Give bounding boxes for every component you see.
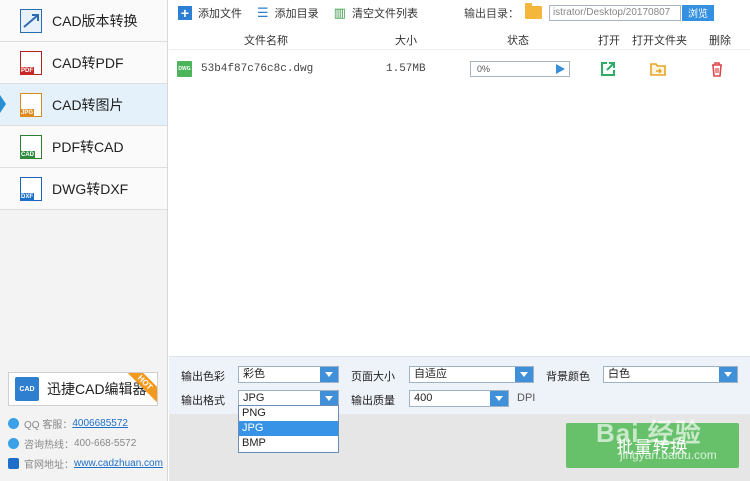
cad-editor-label: 迅捷CAD编辑器 [47, 381, 147, 397]
cad-editor-icon: CAD [15, 377, 39, 401]
sidebar-item-label: PDF转CAD [52, 138, 124, 155]
open-folder-icon[interactable] [649, 60, 667, 78]
plus-icon: + [178, 5, 192, 20]
list-icon: ☰ [257, 5, 269, 20]
bg-color-value: 白色 [608, 368, 630, 380]
sidebar-item-cad-version[interactable]: CAD版本转换 [0, 0, 167, 42]
add-folder-label: 添加目录 [274, 7, 319, 20]
output-path-input[interactable] [548, 4, 681, 21]
icon-tag: DXF [20, 192, 34, 201]
col-open-folder-header: 打开文件夹 [632, 35, 687, 47]
color-select[interactable]: 彩色 [238, 366, 339, 383]
page-size-value: 自适应 [414, 368, 447, 380]
icon-tag: PDF [20, 66, 34, 75]
icon-tag: CAD [20, 150, 35, 159]
table-row[interactable]: DWG 53b4f87c76c8c.dwg 1.57MB 0% [169, 58, 750, 82]
sidebar-item-pdf-to-cad[interactable]: CAD PDF转CAD [0, 126, 167, 168]
add-file-label: 添加文件 [198, 7, 242, 20]
site-link[interactable]: www.cadzhuan.com [74, 458, 163, 469]
baidu-watermark: Bai 经验 [596, 418, 702, 448]
bg-color-label: 背景颜色 [546, 371, 590, 383]
chevron-down-icon [719, 367, 737, 382]
qq-link[interactable]: 4006685572 [72, 418, 128, 429]
bg-color-select[interactable]: 白色 [603, 366, 738, 383]
format-option-png[interactable]: PNG [239, 406, 338, 421]
dpi-unit: DPI [517, 392, 536, 404]
clear-list-label: 清空文件列表 [351, 7, 418, 20]
format-label: 输出格式 [181, 395, 225, 407]
cad-to-pdf-icon: PDF [20, 50, 42, 75]
chevron-down-icon [320, 391, 338, 406]
format-option-jpg[interactable]: JPG [239, 421, 338, 436]
col-status-header: 状态 [507, 35, 529, 47]
quality-label: 输出质量 [351, 395, 395, 407]
pdf-to-cad-icon: CAD [20, 134, 42, 159]
format-option-bmp[interactable]: BMP [239, 436, 338, 451]
sidebar-item-label: CAD转图片 [52, 96, 124, 113]
phone-label: 咨询热线： [24, 440, 74, 451]
baidu-watermark-url: jingyan.baidu.com [620, 448, 717, 462]
sidebar: CAD版本转换 PDF CAD转PDF JPG CAD转图片 CAD PDF转C… [0, 0, 168, 481]
table-header: 文件名称 大小 状态 打开 打开文件夹 删除 [169, 28, 750, 50]
chevron-down-icon [320, 367, 338, 382]
qq-contact: QQ 客服： 4006685572 [8, 416, 128, 431]
sidebar-item-cad-to-image[interactable]: JPG CAD转图片 [0, 84, 167, 126]
icon-tag: JPG [20, 108, 35, 117]
file-name: 53b4f87c76c8c.dwg [201, 63, 314, 75]
qq-label: QQ 客服： [24, 420, 73, 431]
clear-list-button[interactable]: ▥ 清空文件列表 [334, 5, 418, 21]
page-size-label: 页面大小 [351, 371, 395, 383]
format-value: JPG [243, 392, 265, 404]
phone-value: 400-668-5572 [74, 438, 137, 449]
dwg-file-icon: DWG [177, 61, 192, 77]
sidebar-item-label: CAD版本转换 [52, 12, 138, 29]
col-delete-header: 删除 [709, 35, 731, 47]
broom-icon: ▥ [333, 5, 346, 20]
page-size-select[interactable]: 自适应 [409, 366, 534, 383]
sidebar-item-cad-to-pdf[interactable]: PDF CAD转PDF [0, 42, 167, 84]
qq-icon [8, 418, 19, 429]
chevron-down-icon [490, 391, 508, 406]
sidebar-item-dwg-to-dxf[interactable]: DXF DWG转DXF [0, 168, 167, 210]
add-file-button[interactable]: + 添加文件 [178, 5, 242, 21]
ie-icon [8, 458, 19, 469]
quality-select[interactable]: 400 [409, 390, 509, 407]
add-folder-button[interactable]: ☰ 添加目录 [257, 5, 319, 21]
delete-icon[interactable] [708, 60, 726, 78]
output-dir-label: 输出目录： [463, 7, 519, 20]
site-contact: 官网地址： www.cadzhuan.com [8, 456, 163, 471]
sidebar-item-label: DWG转DXF [52, 180, 129, 197]
site-label: 官网地址： [24, 460, 74, 471]
cad-version-icon [20, 8, 42, 33]
progress-text: 0% [477, 64, 491, 74]
progress-bar: 0% [470, 61, 570, 77]
open-file-icon[interactable] [599, 60, 617, 78]
play-icon[interactable] [556, 64, 565, 74]
browse-button[interactable]: 浏览 [681, 4, 714, 21]
col-name-header: 文件名称 [244, 35, 288, 47]
phone-contact: 咨询热线： 400-668-5572 [8, 436, 136, 451]
folder-icon[interactable] [524, 3, 542, 19]
dwg-to-dxf-icon: DXF [20, 176, 42, 201]
color-value: 彩色 [243, 368, 265, 380]
col-size-header: 大小 [395, 35, 417, 47]
toolbar: + 添加文件 ☰ 添加目录 ▥ 清空文件列表 输出目录： 浏览 [169, 0, 750, 25]
quality-value: 400 [414, 392, 433, 404]
color-label: 输出色彩 [181, 371, 225, 383]
cad-to-image-icon: JPG [20, 92, 42, 117]
cad-editor-button[interactable]: CAD 迅捷CAD编辑器 HOT [8, 372, 158, 406]
col-open-header: 打开 [598, 35, 620, 47]
phone-icon [8, 438, 19, 449]
format-dropdown-list: PNG JPG BMP [238, 405, 339, 453]
sidebar-item-label: CAD转PDF [52, 54, 124, 71]
file-size: 1.57MB [386, 63, 426, 75]
chevron-down-icon [515, 367, 533, 382]
